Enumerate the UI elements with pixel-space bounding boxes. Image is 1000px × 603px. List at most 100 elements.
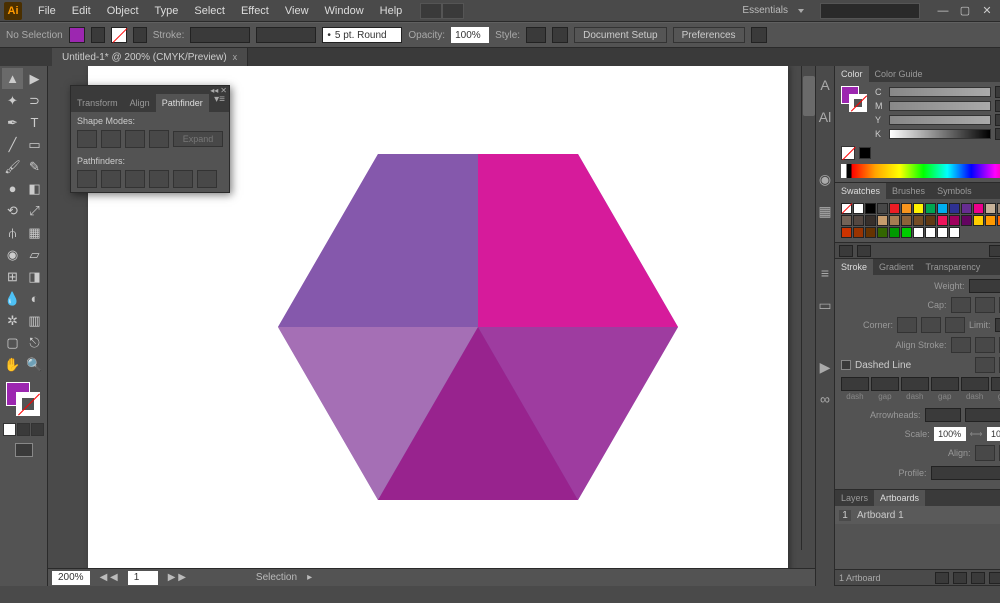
y-slider[interactable]	[889, 115, 991, 125]
swatch[interactable]	[865, 203, 876, 214]
swatch[interactable]	[913, 227, 924, 238]
shape-builder-tool[interactable]: ◉	[2, 244, 23, 265]
menu-window[interactable]: Window	[317, 5, 372, 17]
move-up-icon[interactable]	[953, 572, 967, 584]
fill-color-swatch[interactable]	[69, 27, 85, 43]
expand-button[interactable]: Expand	[173, 131, 223, 147]
none-color-icon[interactable]	[841, 146, 855, 160]
menu-edit[interactable]: Edit	[64, 5, 99, 17]
swatch[interactable]	[889, 215, 900, 226]
intersect-button[interactable]	[125, 130, 145, 148]
swatch[interactable]	[961, 203, 972, 214]
stroke-dropdown[interactable]	[133, 27, 147, 43]
layout-icon[interactable]	[420, 3, 442, 19]
magic-wand-tool[interactable]: ✦	[2, 90, 23, 111]
dash-preserve-button[interactable]	[975, 357, 995, 373]
gap3-input[interactable]	[991, 377, 1000, 391]
maximize-button[interactable]: ▢	[956, 4, 974, 18]
swatch[interactable]	[901, 215, 912, 226]
appearance-panel-icon[interactable]: ◉	[816, 170, 834, 188]
align-inside-button[interactable]	[975, 337, 995, 353]
swatch-library-icon[interactable]	[839, 245, 853, 257]
swatch[interactable]	[841, 215, 852, 226]
fill-stroke-indicator[interactable]	[2, 380, 45, 418]
tab-brushes[interactable]: Brushes	[886, 183, 931, 199]
page-number[interactable]: 1	[128, 571, 158, 585]
graphic-styles-panel-icon[interactable]: ▦	[816, 202, 834, 220]
menu-help[interactable]: Help	[372, 5, 411, 17]
cap-round-button[interactable]	[975, 297, 995, 313]
scrollbar-thumb[interactable]	[803, 76, 815, 116]
menu-object[interactable]: Object	[99, 5, 147, 17]
line-tool[interactable]: ╱	[2, 134, 23, 155]
dashed-line-checkbox[interactable]	[841, 360, 851, 370]
transform-panel-icon[interactable]: ▭	[816, 296, 834, 314]
swatch[interactable]	[865, 215, 876, 226]
free-transform-tool[interactable]: ▦	[24, 222, 45, 243]
swatch-options-icon[interactable]	[857, 245, 871, 257]
arrow-align-tip-button[interactable]	[975, 445, 995, 461]
pencil-tool[interactable]: ✎	[24, 156, 45, 177]
dash1-input[interactable]	[841, 377, 869, 391]
fill-dropdown[interactable]	[91, 27, 105, 43]
direct-selection-tool[interactable]: ▶	[24, 68, 45, 89]
links-panel-icon[interactable]: ∞	[816, 390, 834, 408]
menu-select[interactable]: Select	[186, 5, 233, 17]
slice-tool[interactable]: ⎋	[24, 332, 45, 353]
blend-tool[interactable]: ◐	[24, 288, 45, 309]
swatch[interactable]	[853, 227, 864, 238]
swatch[interactable]	[925, 215, 936, 226]
menu-type[interactable]: Type	[147, 5, 187, 17]
width-tool[interactable]: ⫛	[2, 222, 23, 243]
unite-button[interactable]	[77, 130, 97, 148]
swatch[interactable]	[877, 215, 888, 226]
profile-dropdown[interactable]	[931, 466, 1000, 480]
weight-input[interactable]	[969, 279, 1000, 293]
symbol-sprayer-tool[interactable]: ✲	[2, 310, 23, 331]
search-input[interactable]	[820, 3, 920, 19]
gap1-input[interactable]	[871, 377, 899, 391]
status-chevron-icon[interactable]: ▸	[307, 572, 312, 583]
type-panel-icon[interactable]: A	[816, 76, 834, 94]
rearrange-icon[interactable]	[935, 572, 949, 584]
c-value[interactable]	[995, 86, 1000, 98]
artboard-name[interactable]: Artboard 1	[857, 510, 904, 521]
hexagon-artwork[interactable]	[278, 154, 678, 500]
arrow-start-dropdown[interactable]	[925, 408, 961, 422]
scale-start-input[interactable]: 100%	[934, 427, 966, 441]
align-panel-icon[interactable]: ≡	[816, 264, 834, 282]
swatch[interactable]	[877, 203, 888, 214]
menu-file[interactable]: File	[30, 5, 64, 17]
artboard-tool[interactable]: ▢	[2, 332, 23, 353]
preferences-button[interactable]: Preferences	[673, 27, 745, 43]
swatch[interactable]	[925, 203, 936, 214]
swatch[interactable]	[949, 227, 960, 238]
gap2-input[interactable]	[931, 377, 959, 391]
tab-transform[interactable]: Transform	[71, 94, 124, 112]
swatch[interactable]	[913, 203, 924, 214]
swatch[interactable]	[949, 203, 960, 214]
zoom-tool[interactable]: 🔍	[24, 354, 45, 375]
selection-tool[interactable]: ▲	[2, 68, 23, 89]
stroke-color-swatch[interactable]	[111, 27, 127, 43]
color-spectrum[interactable]	[841, 164, 1000, 178]
gradient-tool[interactable]: ◨	[24, 266, 45, 287]
pen-tool[interactable]: ✒	[2, 112, 23, 133]
minimize-button[interactable]: —	[934, 4, 952, 18]
graph-tool[interactable]: ▥	[24, 310, 45, 331]
menu-view[interactable]: View	[277, 5, 317, 17]
artboard-row[interactable]: 1 Artboard 1 ▭	[835, 506, 1000, 524]
lasso-tool[interactable]: ⊃	[24, 90, 45, 111]
swatch[interactable]	[985, 203, 996, 214]
draw-normal-mode[interactable]	[3, 423, 16, 436]
paintbrush-tool[interactable]: 🖌	[2, 156, 23, 177]
swatch[interactable]	[961, 215, 972, 226]
type-tool[interactable]: T	[24, 112, 45, 133]
swatch[interactable]	[913, 215, 924, 226]
swatch[interactable]	[841, 227, 852, 238]
tab-close-icon[interactable]: x	[233, 52, 238, 62]
c-slider[interactable]	[889, 87, 991, 97]
swatch[interactable]	[937, 203, 948, 214]
swatch[interactable]	[841, 203, 852, 214]
trim-button[interactable]	[101, 170, 121, 188]
